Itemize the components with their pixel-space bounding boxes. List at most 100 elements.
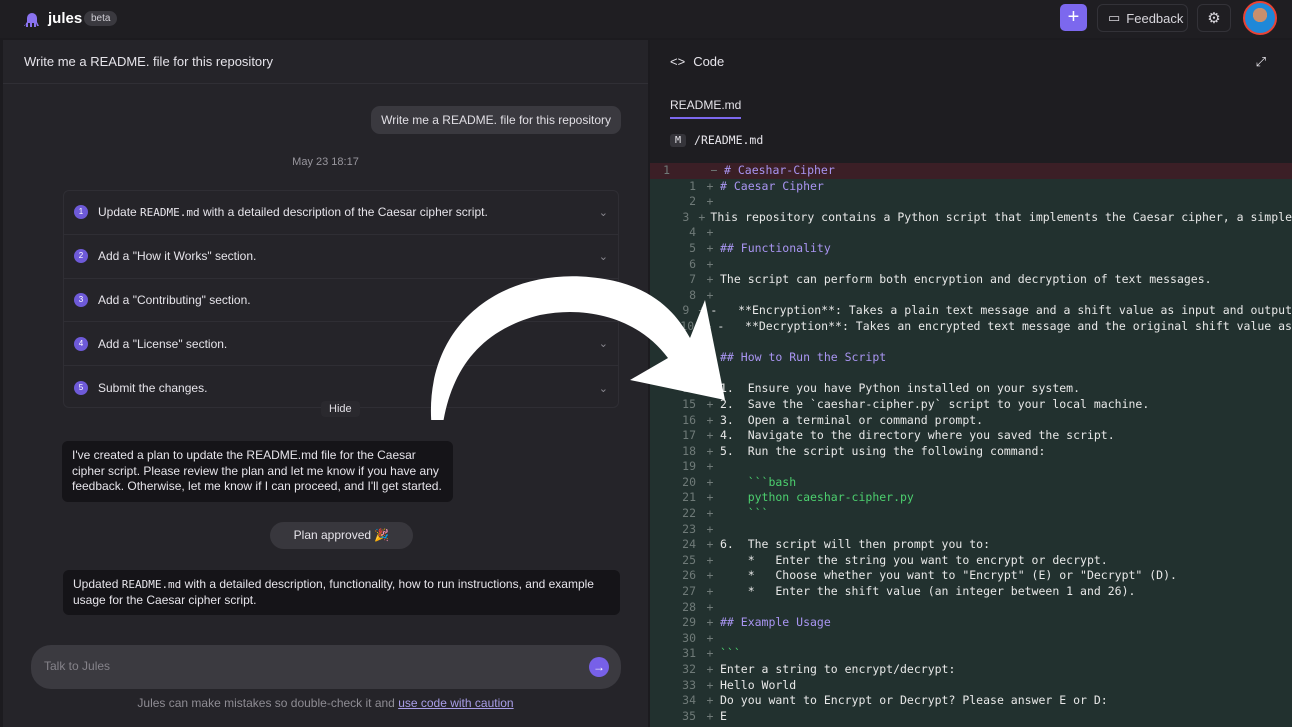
line-text: This repository contains a Python script… [710, 209, 1292, 224]
input-placeholder: Talk to Jules [44, 659, 111, 673]
line-number: 12 [682, 350, 696, 365]
diff-added-line: 31 + ``` [650, 646, 1292, 662]
line-number: 35 [682, 708, 696, 723]
plus-icon: + [706, 584, 714, 599]
line-text: 1. Ensure you have Python installed on y… [720, 381, 1081, 396]
step-number: 1 [74, 205, 88, 220]
line-number: 24 [682, 537, 696, 552]
diff-added-line: 8 + [650, 288, 1292, 304]
chevron-down-icon[interactable]: ⌄ [599, 250, 608, 263]
hide-plan-button[interactable]: Hide [321, 401, 360, 417]
line-number: 31 [682, 646, 696, 661]
plan-step[interactable]: 3 Add a "Contributing" section. ⌄ [64, 279, 618, 323]
jules-logo-icon [24, 13, 39, 27]
chevron-down-icon[interactable]: ⌄ [599, 293, 608, 306]
line-number: 32 [682, 662, 696, 676]
line-number: 10 [680, 318, 695, 333]
file-tab[interactable]: README.md [670, 98, 742, 119]
new-task-button[interactable]: + [1060, 4, 1087, 31]
line-number: 23 [682, 521, 696, 536]
minus-icon: − [710, 163, 718, 177]
plus-icon: + [706, 677, 714, 692]
plus-icon: + [706, 412, 714, 427]
plus-icon: + [706, 474, 714, 489]
line-number: 18 [682, 443, 696, 458]
plan-step[interactable]: 1 Update README.md with a detailed descri… [64, 191, 618, 235]
diff-added-line: 23 + [650, 522, 1292, 538]
step-text: Submit the changes. [98, 381, 208, 396]
line-number: 9 [682, 303, 690, 318]
chevron-down-icon[interactable]: ⌄ [599, 206, 608, 219]
line-text: - **Decryption**: Takes an encrypted tex… [717, 318, 1292, 333]
line-text: ``` [720, 506, 769, 521]
diff-added-line: 20 + ```bash [650, 475, 1292, 491]
plan-step[interactable]: 2 Add a "How it Works" section. ⌄ [64, 235, 618, 279]
line-text: 6. The script will then prompt you to: [720, 537, 991, 552]
line-text: # Caeshar-Cipher [724, 163, 835, 177]
diff-added-line: 26 + * Choose whether you want to "Encryp… [650, 568, 1292, 584]
diff-added-line: 19 + [650, 459, 1292, 475]
plan-step[interactable]: 4 Add a "License" section. ⌄ [64, 322, 618, 367]
line-number: 2 [689, 194, 696, 209]
plus-icon: + [706, 537, 714, 552]
diff-added-line: 33 + Hello World [650, 678, 1292, 694]
avatar[interactable] [1243, 1, 1277, 35]
timestamp: May 23 18:17 [292, 156, 359, 168]
diff-added-line: 5 + ## Functionality [650, 241, 1292, 257]
diff-view: 1− # Caeshar-Cipher 1 + # Caesar Cipher 2 +3 + T… [650, 163, 1292, 727]
line-number: 7 [689, 272, 696, 287]
plus-icon: + [706, 396, 714, 411]
line-number: 3 [682, 209, 690, 224]
expand-icon[interactable]: ⤢ [1256, 54, 1266, 70]
brand-name[interactable]: jules [48, 10, 82, 27]
line-text: * Enter the shift value (an integer betw… [720, 584, 1136, 599]
plus-icon: + [706, 287, 714, 302]
top-bar: jules beta + ▭ Feedback ⚙ [0, 0, 1292, 38]
line-text: python caeshar-cipher.py [720, 490, 914, 505]
line-number: 15 [682, 396, 696, 411]
line-number: 25 [682, 552, 696, 567]
send-button[interactable]: → [589, 657, 609, 677]
code-panel: <> Code ⤢ README.md M/README.md 1− # Caesh… [650, 40, 1292, 727]
plus-icon: + [706, 568, 714, 583]
chevron-down-icon[interactable]: ⌄ [599, 382, 608, 395]
line-text: Enter a string to encrypt/decrypt: [720, 662, 956, 676]
line-number: 11 [682, 334, 696, 349]
chevron-down-icon[interactable]: ⌄ [599, 337, 608, 350]
diff-added-line: 34 + Do you want to Encrypt or Decrypt? Pl… [650, 693, 1292, 709]
line-number: 1 [663, 163, 670, 177]
line-text: Do you want to Encrypt or Decrypt? Pleas… [720, 693, 1108, 708]
line-number: 1 [689, 178, 696, 193]
plus-icon: + [706, 630, 714, 645]
feedback-button[interactable]: ▭ Feedback [1097, 4, 1188, 32]
line-text: 5. Run the script using the following co… [720, 443, 1046, 458]
plus-icon: + [706, 225, 714, 240]
plus-icon: + [706, 552, 714, 567]
diff-added-line: 35 + E [650, 709, 1292, 725]
plus-icon: + [706, 693, 714, 708]
line-text: * Choose whether you want to "Encrypt" (… [720, 568, 1177, 583]
step-text: Add a "License" section. [98, 336, 228, 351]
diff-added-line: 3 + This repository contains a Python scri… [650, 210, 1292, 226]
plus-icon: + [706, 615, 714, 630]
plus-icon: + [706, 708, 714, 723]
step-text: Add a "Contributing" section. [98, 292, 251, 307]
plus-icon: + [706, 334, 714, 349]
plus-icon: + [706, 350, 714, 365]
line-number: 13 [682, 365, 696, 380]
line-text: 4. Navigate to the directory where you s… [720, 428, 1115, 443]
plan-list: 1 Update README.md with a detailed descri… [63, 190, 619, 408]
line-text: ## How to Run the Script [720, 350, 887, 365]
settings-button[interactable]: ⚙ [1197, 4, 1231, 32]
gear-icon: ⚙ [1207, 10, 1221, 27]
line-number: 30 [682, 630, 696, 645]
plus-icon: + [706, 443, 714, 458]
diff-added-line: 11 + [650, 335, 1292, 351]
caution-link[interactable]: use code with caution [398, 696, 513, 710]
line-number: 33 [682, 677, 696, 692]
diff-added-line: 4 + [650, 225, 1292, 241]
chat-input[interactable]: Talk to Jules → [31, 645, 621, 689]
plus-icon: + [706, 490, 714, 505]
diff-added-line: 28 + [650, 600, 1292, 616]
diff-added-line: 15 +2. Save the `caeshar-cipher.py` scrip… [650, 397, 1292, 413]
